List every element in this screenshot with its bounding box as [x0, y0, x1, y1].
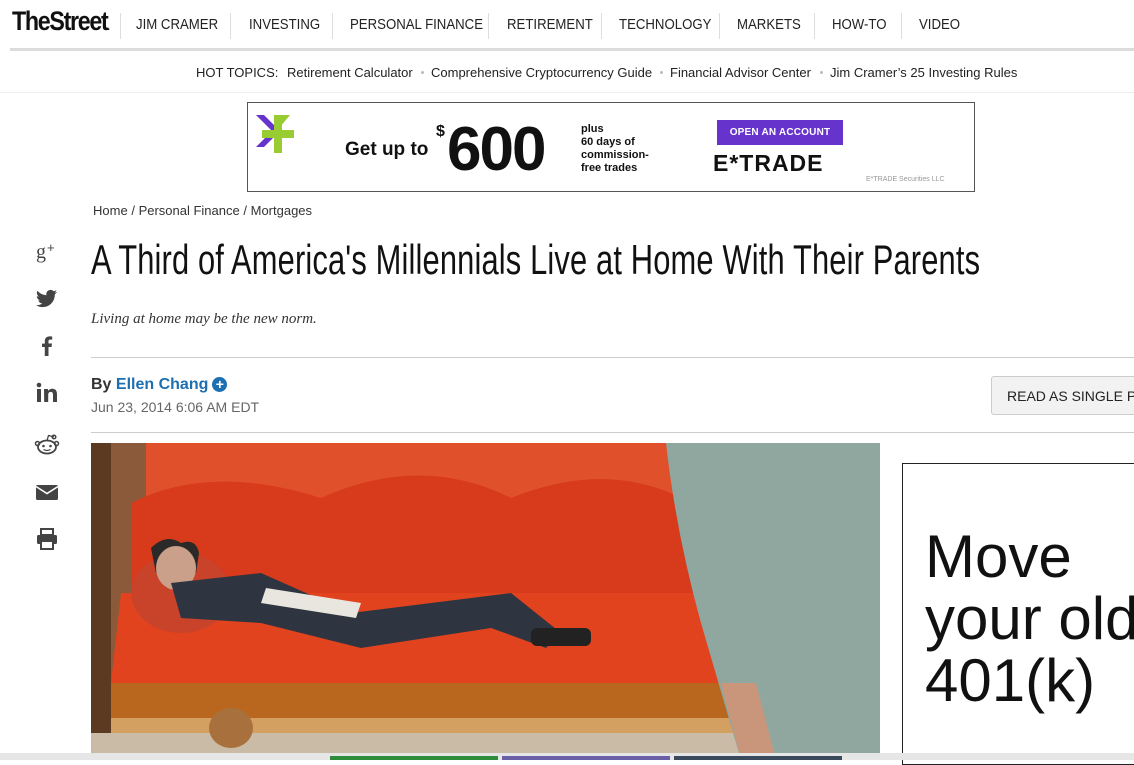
bottom-tab-purple[interactable]: [502, 756, 670, 760]
etrade-logo-icon: [256, 115, 294, 153]
nav-divider: [719, 13, 720, 39]
nav-item-how-to[interactable]: HOW-TO: [832, 16, 887, 33]
bottom-tab-dark[interactable]: [674, 756, 842, 760]
byline: By Ellen Chang +: [91, 376, 228, 394]
ad-amount: 600: [447, 115, 546, 184]
ad-brand: E*TRADE: [713, 150, 824, 176]
nav-divider: [488, 13, 489, 39]
site-logo[interactable]: TheStreet.: [12, 6, 110, 37]
side-ad-line: Move: [925, 523, 1072, 590]
breadcrumb-personal-finance[interactable]: Personal Finance: [139, 203, 240, 218]
logo-text: TheStreet: [12, 6, 109, 36]
hot-topics-divider: [0, 92, 1134, 93]
breadcrumb-mortgages[interactable]: Mortgages: [251, 203, 312, 218]
ad-offer-line: commission-: [581, 149, 649, 161]
nav-divider: [601, 13, 602, 39]
ad-offer-line: free trades: [581, 162, 638, 174]
byline-divider: [91, 432, 1134, 433]
nav-item-retirement[interactable]: RETIREMENT: [507, 16, 593, 33]
open-account-button[interactable]: OPEN AN ACCOUNT: [717, 120, 843, 145]
linkedin-icon[interactable]: [34, 380, 60, 406]
side-ad-text: Move your old 401(k): [925, 526, 1134, 712]
twitter-icon[interactable]: [34, 286, 60, 312]
nav-item-investing[interactable]: INVESTING: [249, 16, 320, 33]
side-ad-line: 401(k): [925, 647, 1096, 714]
byline-prefix: By: [91, 376, 112, 393]
nav-item-personal-finance[interactable]: PERSONAL FINANCE: [350, 16, 483, 33]
hot-topic-link[interactable]: Comprehensive Cryptocurrency Guide: [431, 65, 652, 80]
breadcrumb-home[interactable]: Home: [93, 203, 128, 218]
nav-item-markets[interactable]: MARKETS: [737, 16, 801, 33]
side-ad-line: your old: [925, 585, 1134, 652]
top-nav: TheStreet. JIM CRAMER INVESTING PERSONAL…: [0, 0, 1134, 50]
banner-ad[interactable]: Get up to $ 600 plus 60 days of commissi…: [247, 102, 975, 192]
facebook-icon[interactable]: [34, 332, 60, 358]
nav-item-video[interactable]: VIDEO: [919, 16, 960, 33]
logo-mark: .: [107, 22, 110, 33]
nav-underline: [10, 48, 1134, 51]
hot-topics-label: HOT TOPICS:: [196, 65, 279, 80]
nav-divider: [814, 13, 815, 39]
headline-divider: [91, 357, 1134, 358]
nav-divider: [332, 13, 333, 39]
hot-topic-separator: [820, 71, 823, 74]
ad-currency: $: [436, 123, 445, 140]
follow-author-plus-icon[interactable]: +: [212, 377, 228, 393]
author-link[interactable]: Ellen Chang: [116, 376, 208, 393]
nav-divider: [901, 13, 902, 39]
article-date: Jun 23, 2014 6:06 AM EDT: [91, 399, 260, 415]
ad-legal-text: E*TRADE Securities LLC: [866, 176, 945, 183]
svg-text:g: g: [36, 241, 46, 263]
nav-item-technology[interactable]: TECHNOLOGY: [619, 16, 711, 33]
reddit-icon[interactable]: [34, 432, 60, 458]
print-icon[interactable]: [34, 526, 60, 552]
breadcrumb-separator: /: [131, 203, 135, 218]
ad-offer-line: plus: [581, 123, 604, 135]
nav-divider: [230, 13, 231, 39]
nav-divider: [120, 13, 121, 39]
article-subhead: Living at home may be the new norm.: [91, 311, 317, 327]
breadcrumb-separator: /: [243, 203, 247, 218]
read-as-single-page-button[interactable]: READ AS SINGLE PAGE: [991, 376, 1134, 415]
bottom-tab-green[interactable]: [330, 756, 498, 760]
ad-offer-line: 60 days of: [581, 136, 635, 148]
ad-lead-text: Get up to: [345, 139, 429, 160]
breadcrumb: Home / Personal Finance / Mortgages: [93, 203, 312, 218]
hot-topic-separator: [421, 71, 424, 74]
nav-item-jim-cramer[interactable]: JIM CRAMER: [136, 16, 218, 33]
svg-text:+: +: [47, 240, 55, 255]
google-plus-icon[interactable]: g +: [34, 238, 60, 264]
hot-topics-bar: HOT TOPICS: Retirement Calculator Compre…: [0, 58, 1134, 90]
hot-topic-link[interactable]: Retirement Calculator: [287, 65, 413, 80]
email-icon[interactable]: [34, 479, 60, 505]
article-hero-image: [91, 443, 880, 760]
article-headline: A Third of America's Millennials Live at…: [91, 236, 981, 283]
hot-topic-separator: [660, 71, 663, 74]
hot-topic-link[interactable]: Jim Cramer’s 25 Investing Rules: [830, 65, 1017, 80]
side-ad[interactable]: Move your old 401(k): [902, 463, 1134, 765]
hot-topic-link[interactable]: Financial Advisor Center: [670, 65, 811, 80]
